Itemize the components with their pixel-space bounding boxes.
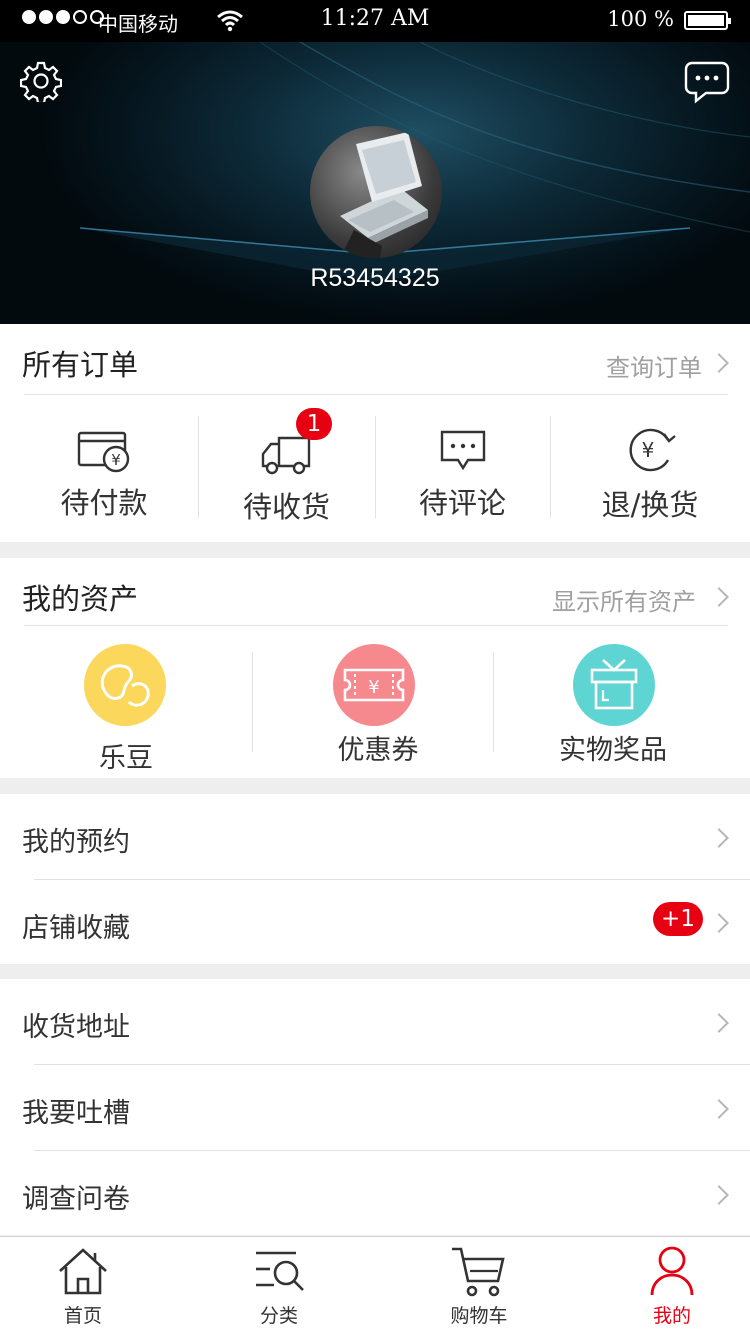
status-bar: 中国移动 11:27 AM 100 % bbox=[0, 0, 750, 42]
bean-icon bbox=[100, 664, 150, 707]
menu-item-label: 我的预约 bbox=[22, 827, 130, 858]
order-label: 待收货 bbox=[242, 490, 330, 524]
tab-label: 我的 bbox=[652, 1305, 691, 1327]
chevron-right-icon bbox=[709, 1013, 729, 1033]
order-pending-delivery[interactable]: 待收货 bbox=[198, 420, 375, 530]
chevron-right-icon bbox=[709, 828, 729, 848]
asset-physical-prize[interactable]: 实物奖品 bbox=[493, 642, 750, 768]
chevron-right-icon bbox=[709, 1185, 729, 1205]
query-orders-link[interactable]: 查询订单 bbox=[606, 348, 702, 383]
order-return-exchange[interactable]: ¥ 退/换货 bbox=[550, 420, 750, 530]
orders-title: 所有订单 bbox=[22, 348, 139, 382]
asset-label: 实物奖品 bbox=[559, 735, 667, 766]
chevron-right-icon bbox=[709, 913, 729, 933]
order-pending-payment[interactable]: ¥ 待付款 bbox=[10, 420, 198, 530]
battery-percent: 100 % bbox=[607, 7, 674, 31]
menu-item-feedback[interactable]: 我要吐槽 bbox=[0, 1065, 750, 1150]
menu-item-my-reservations[interactable]: 我的预约 bbox=[0, 794, 750, 879]
tab-label: 分类 bbox=[259, 1305, 298, 1327]
asset-icon-bg: ¥ bbox=[333, 644, 415, 726]
menu-item-label: 店铺收藏 bbox=[22, 913, 130, 944]
avatar[interactable] bbox=[310, 126, 442, 258]
asset-icon-bg bbox=[573, 644, 655, 726]
show-all-assets-link[interactable]: 显示所有资产 bbox=[552, 582, 696, 617]
menu-item-survey[interactable]: 调查问卷 bbox=[0, 1151, 750, 1235]
tab-cart[interactable]: 购物车 bbox=[404, 1237, 554, 1335]
tab-home[interactable]: 首页 bbox=[8, 1237, 158, 1335]
username: R53454325 bbox=[310, 264, 440, 292]
tab-category[interactable]: 分类 bbox=[204, 1237, 354, 1335]
settings-gear-icon[interactable] bbox=[19, 60, 63, 105]
coupon-icon: ¥ bbox=[343, 668, 405, 702]
asset-coupon[interactable]: ¥ 优惠券 bbox=[252, 642, 493, 768]
profile-header: R53454325 bbox=[0, 42, 750, 324]
svg-text:¥: ¥ bbox=[642, 438, 655, 462]
menu-item-store-favorites[interactable]: 店铺收藏 +1 bbox=[0, 880, 750, 964]
menu-group-2: 收货地址 我要吐槽 调查问卷 bbox=[0, 979, 750, 1235]
category-search-icon bbox=[256, 1251, 304, 1291]
tab-bar: 首页 分类 购物车 我的 bbox=[0, 1236, 750, 1335]
order-label: 待付款 bbox=[60, 486, 148, 520]
menu-group-1: 我的预约 店铺收藏 +1 bbox=[0, 794, 750, 964]
orders-section: 所有订单 查询订单 ¥ 待付款 待收货 1 待评论 ¥ 退/换货 bbox=[0, 324, 750, 542]
yen-refresh-icon: ¥ bbox=[629, 428, 676, 472]
svg-text:¥: ¥ bbox=[111, 451, 121, 469]
wallet-yen-icon: ¥ bbox=[77, 431, 130, 473]
laptop-avatar-image bbox=[340, 132, 428, 258]
tab-label: 购物车 bbox=[450, 1305, 508, 1327]
home-icon bbox=[59, 1248, 107, 1295]
menu-item-shipping-address[interactable]: 收货地址 bbox=[0, 979, 750, 1064]
user-icon bbox=[650, 1246, 694, 1296]
chevron-right-icon bbox=[709, 587, 729, 607]
divider bbox=[24, 394, 728, 395]
asset-label: 乐豆 bbox=[99, 743, 153, 774]
assets-section: 我的资产 显示所有资产 乐豆 ¥ 优惠券 实物奖品 bbox=[0, 558, 750, 778]
chevron-right-icon bbox=[709, 353, 729, 373]
gift-box-icon bbox=[590, 659, 638, 710]
comment-bubble-icon bbox=[440, 430, 485, 471]
assets-title: 我的资产 bbox=[22, 582, 139, 616]
order-pending-review[interactable]: 待评论 bbox=[375, 420, 550, 530]
menu-item-label: 我要吐槽 bbox=[22, 1098, 130, 1129]
cart-icon bbox=[452, 1247, 505, 1297]
battery-icon bbox=[684, 11, 731, 30]
order-label: 待评论 bbox=[418, 486, 506, 520]
asset-ledou[interactable]: 乐豆 bbox=[0, 642, 252, 774]
svg-text:¥: ¥ bbox=[368, 677, 379, 698]
message-icon[interactable] bbox=[684, 60, 730, 104]
menu-item-label: 调查问卷 bbox=[22, 1184, 130, 1215]
asset-icon-bg bbox=[84, 644, 166, 726]
asset-label: 优惠券 bbox=[337, 735, 419, 766]
tab-label: 首页 bbox=[63, 1305, 102, 1327]
tab-mine[interactable]: 我的 bbox=[597, 1237, 747, 1335]
order-label: 退/换货 bbox=[601, 488, 699, 522]
order-badge: 1 bbox=[296, 408, 332, 440]
menu-item-label: 收货地址 bbox=[22, 1012, 130, 1043]
chevron-right-icon bbox=[709, 1099, 729, 1119]
divider bbox=[24, 625, 728, 626]
favorites-badge: +1 bbox=[653, 902, 703, 936]
